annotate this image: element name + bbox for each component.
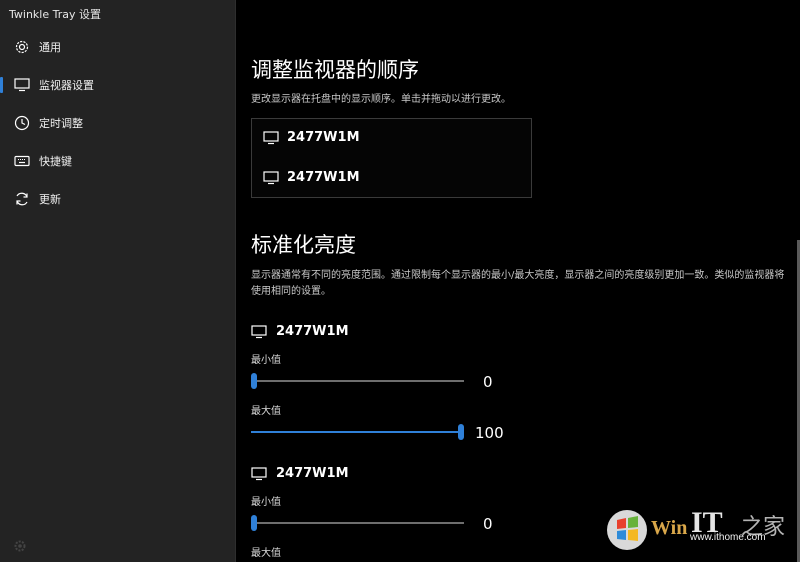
slider-fill [251, 431, 461, 433]
monitor-name: 2477W1M [276, 324, 349, 339]
main-content: 调整监视器的顺序 更改显示器在托盘中的显示顺序。单击并拖动以进行更改。 2477… [236, 0, 800, 562]
min-brightness-slider[interactable] [251, 373, 464, 389]
monitor-name: 2477W1M [287, 130, 360, 145]
slider-track [251, 380, 464, 382]
min-brightness-slider[interactable] [251, 515, 464, 531]
svg-text:Win: Win [651, 517, 687, 539]
sidebar-nav: 通用 监视器设置 定时调整 快捷键 更新 [0, 28, 235, 218]
monitor-order-list: 2477W1M 2477W1M [251, 118, 532, 198]
monitor-icon [263, 130, 279, 144]
monitor-icon [13, 76, 31, 94]
normalize-section-title: 标准化亮度 [251, 233, 356, 257]
slider-thumb[interactable] [458, 424, 464, 440]
sidebar-item-hotkeys[interactable]: 快捷键 [0, 142, 235, 180]
sidebar-item-updates[interactable]: 更新 [0, 180, 235, 218]
slider-thumb[interactable] [251, 373, 257, 389]
sidebar-item-general[interactable]: 通用 [0, 28, 235, 66]
refresh-icon [13, 190, 31, 208]
watermark-site: www.ithome.com [690, 532, 766, 543]
monitor-name: 2477W1M [276, 466, 349, 481]
sidebar-item-monitor-settings[interactable]: 监视器设置 [0, 66, 235, 104]
normalize-section-description: 显示器通常有不同的亮度范围。通过限制每个显示器的最小/最大亮度，显示器之间的亮度… [251, 270, 785, 297]
sidebar-item-schedule[interactable]: 定时调整 [0, 104, 235, 142]
monitor-icon [263, 170, 279, 184]
max-brightness-slider[interactable] [251, 424, 464, 440]
sidebar-item-label: 更新 [39, 193, 61, 206]
sidebar-item-label: 快捷键 [39, 155, 72, 168]
clock-icon [13, 114, 31, 132]
slider-thumb[interactable] [251, 515, 257, 531]
max-value: 100 [475, 424, 504, 442]
app-title: Twinkle Tray 设置 [9, 8, 101, 21]
watermark-logo: Win IT 之家 [607, 506, 785, 550]
sidebar-item-label: 定时调整 [39, 117, 83, 130]
monitor-header: 2477W1M [251, 466, 349, 481]
sidebar: Twinkle Tray 设置 通用 监视器设置 定时调整 快捷键 更新 [0, 0, 236, 562]
max-label: 最大值 [251, 548, 281, 559]
keyboard-icon [13, 152, 31, 170]
monitor-icon [251, 466, 267, 480]
order-section-description: 更改显示器在托盘中的显示顺序。单击并拖动以进行更改。 [251, 94, 511, 105]
monitor-icon [251, 324, 267, 338]
monitor-name: 2477W1M [287, 170, 360, 185]
sidebar-item-label: 监视器设置 [39, 79, 94, 92]
monitor-order-item[interactable]: 2477W1M [263, 130, 360, 145]
sidebar-item-label: 通用 [39, 41, 61, 54]
order-section-title: 调整监视器的顺序 [251, 58, 419, 82]
cog-icon[interactable] [13, 538, 27, 552]
monitor-header: 2477W1M [251, 324, 349, 339]
min-value: 0 [483, 515, 493, 533]
monitor-order-item[interactable]: 2477W1M [263, 170, 360, 185]
min-value: 0 [483, 373, 493, 391]
min-label: 最小值 [251, 355, 281, 366]
max-label: 最大值 [251, 406, 281, 417]
slider-track [251, 522, 464, 524]
gear-icon [13, 38, 31, 56]
min-label: 最小值 [251, 497, 281, 508]
